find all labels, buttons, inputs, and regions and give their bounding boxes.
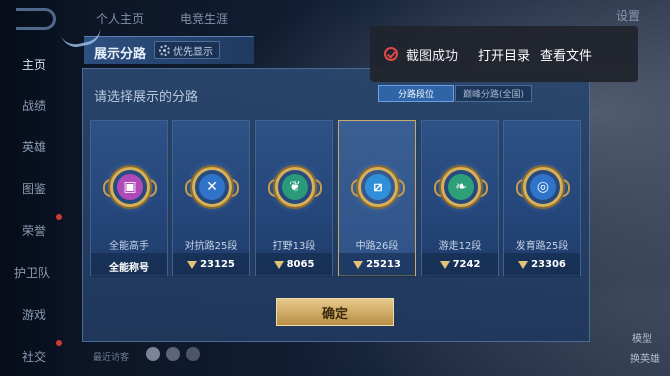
check-circle-icon	[384, 47, 398, 61]
nav-item-heroes[interactable]: 英雄	[22, 138, 46, 155]
tab-lane-rank[interactable]: 分路段位	[378, 85, 454, 102]
tab-peak-lane[interactable]: 巅峰分路(全国)	[455, 85, 532, 102]
nav-item-guard[interactable]: 护卫队	[14, 264, 50, 281]
nav-item-record[interactable]: 战绩	[22, 97, 46, 114]
mid-lane-emblem-icon: ⧄	[358, 167, 398, 207]
allround-emblem-icon: ▣	[110, 167, 150, 207]
rank-star-icon	[439, 260, 450, 269]
lane-card-farm[interactable]: ◎ 发育路25段 23306	[503, 120, 581, 277]
modal-title: 展示分路	[94, 47, 147, 62]
card-score-value: 25213	[366, 259, 401, 270]
lane-card-mid[interactable]: ⧄ 中路26段 25213	[338, 120, 416, 277]
card-score: 全能称号	[91, 259, 167, 274]
lane-card-roam[interactable]: ❧ 游走12段 7242	[421, 120, 499, 277]
card-label: 游走12段	[438, 241, 482, 252]
card-label: 发育路25段	[515, 241, 569, 252]
rank-star-icon	[273, 260, 284, 269]
recent-visitors-label[interactable]: 最近访客	[93, 350, 129, 363]
jungle-emblem-icon: ❦	[275, 167, 315, 207]
change-hero-button[interactable]: 换英雄	[630, 350, 660, 365]
card-score-value: 全能称号	[109, 263, 149, 274]
lane-card-jungle[interactable]: ❦ 打野13段 8065	[255, 120, 333, 277]
priority-display-label: 优先显示	[173, 46, 213, 58]
emblem-glyph: ◎	[530, 174, 556, 200]
model-button[interactable]: 模型	[632, 330, 652, 345]
visitor-avatar-icon[interactable]	[186, 347, 200, 361]
card-label: 打野13段	[272, 241, 316, 252]
emblem-glyph: ⧄	[365, 174, 391, 200]
emblem-glyph: ❦	[282, 174, 308, 200]
nav-item-honor[interactable]: 荣誉	[22, 222, 46, 239]
card-label: 对抗路25段	[184, 241, 238, 252]
notification-dot	[56, 214, 62, 220]
confirm-button[interactable]: 确定	[276, 298, 394, 326]
notification-dot	[56, 340, 62, 346]
open-directory-link[interactable]: 打开目录	[478, 45, 530, 64]
card-score: 7242	[422, 259, 498, 270]
card-score-value: 8065	[286, 259, 315, 270]
nav-item-games[interactable]: 游戏	[22, 306, 46, 323]
visitor-avatar-icon[interactable]	[166, 347, 180, 361]
nav-item-codex[interactable]: 图鉴	[22, 180, 46, 197]
rank-star-icon	[187, 260, 198, 269]
rank-star-icon	[353, 260, 364, 269]
card-score-value: 23125	[200, 259, 235, 270]
emblem-glyph: ✕	[199, 174, 225, 200]
card-label: 全能高手	[109, 241, 149, 252]
screenshot-toast: 截图成功 打开目录 查看文件	[370, 26, 638, 82]
rank-star-icon	[518, 260, 529, 269]
nav-item-home[interactable]: 主页	[22, 56, 46, 73]
lane-card-allround[interactable]: ▣ 全能高手 全能称号	[90, 120, 168, 277]
gear-icon	[159, 44, 170, 56]
clash-lane-emblem-icon: ✕	[192, 167, 232, 207]
left-nav: 主页 战绩 英雄 图鉴 荣誉 护卫队 游戏 社交	[0, 0, 70, 376]
view-file-link[interactable]: 查看文件	[540, 45, 592, 64]
settings-button[interactable]: 设置	[616, 7, 640, 24]
tab-profile[interactable]: 个人主页	[96, 10, 144, 27]
card-score: 23125	[173, 259, 249, 270]
farm-lane-emblem-icon: ◎	[523, 167, 563, 207]
card-score: 25213	[339, 259, 415, 270]
toast-message: 截图成功	[406, 48, 459, 64]
priority-display-button[interactable]: 优先显示	[154, 41, 220, 59]
card-label: 中路26段	[355, 241, 399, 252]
back-logo-icon[interactable]	[16, 8, 56, 30]
tab-esports[interactable]: 电竞生涯	[180, 10, 228, 27]
nav-item-social[interactable]: 社交	[22, 348, 46, 365]
card-score-value: 7242	[452, 259, 481, 270]
card-score-value: 23306	[531, 259, 566, 270]
lane-card-clash[interactable]: ✕ 对抗路25段 23125	[172, 120, 250, 277]
card-score: 8065	[256, 259, 332, 270]
emblem-glyph: ❧	[448, 174, 474, 200]
visitor-avatar-icon[interactable]	[146, 347, 160, 361]
modal-subtitle: 请选择展示的分路	[94, 90, 199, 105]
emblem-glyph: ▣	[117, 174, 143, 200]
roam-emblem-icon: ❧	[441, 167, 481, 207]
card-score: 23306	[504, 259, 580, 270]
